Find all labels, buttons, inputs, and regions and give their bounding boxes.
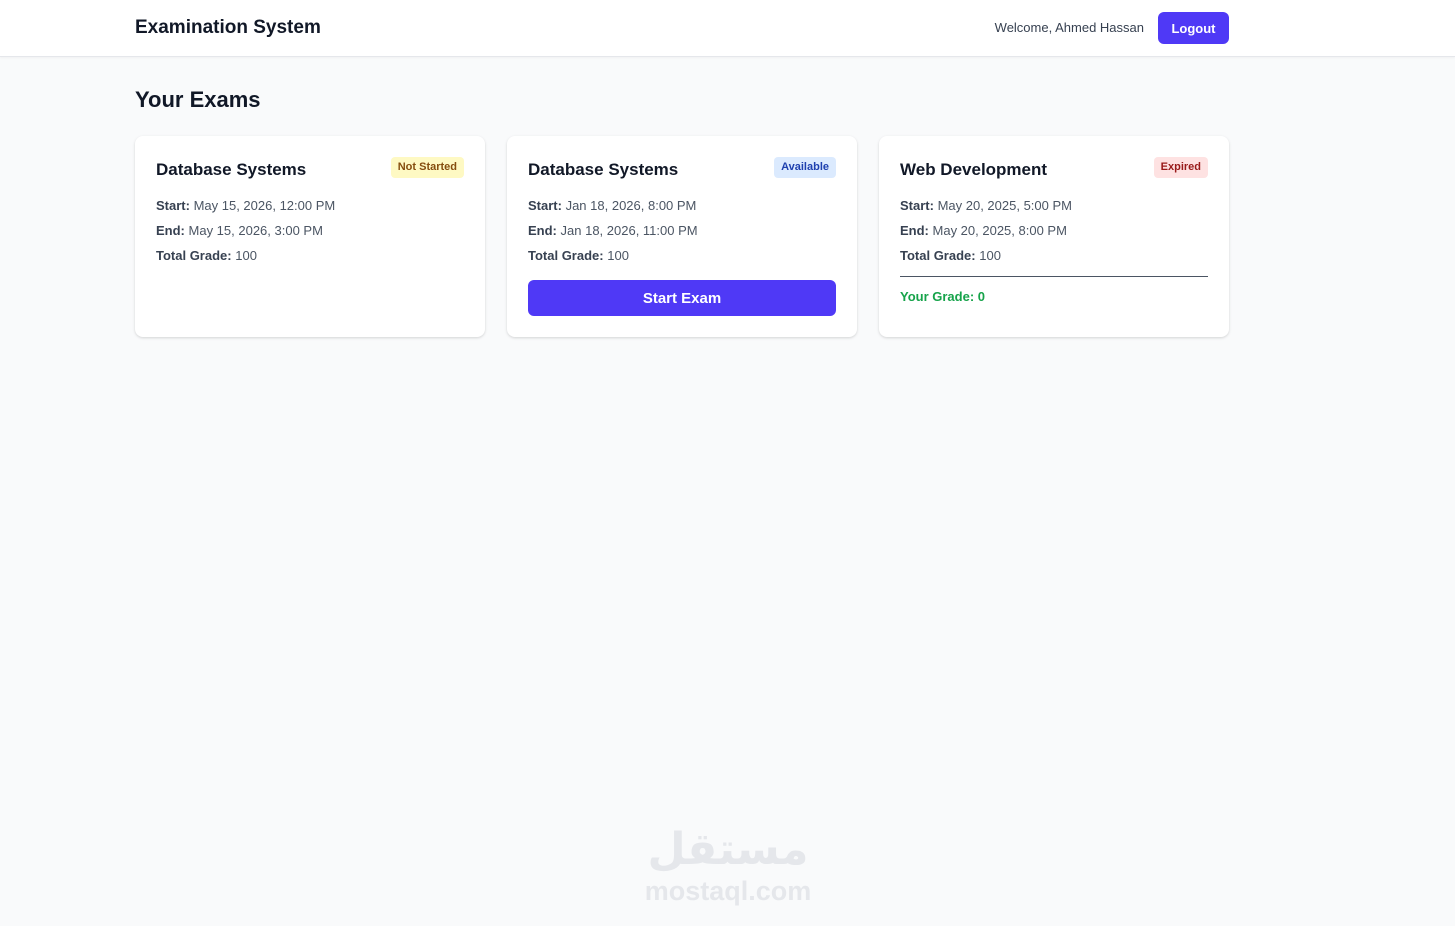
- exam-start-time: Start: May 20, 2025, 5:00 PM: [900, 197, 1072, 215]
- watermark-arabic: مستقل: [647, 824, 809, 875]
- end-label: End:: [156, 223, 185, 238]
- exam-title: Web Development: [900, 160, 1048, 179]
- exam-end-time: End: May 15, 2026, 3:00 PM: [156, 222, 323, 240]
- end-value: May 15, 2026, 3:00 PM: [188, 223, 323, 238]
- exam-end-time: End: May 20, 2025, 8:00 PM: [900, 222, 1067, 240]
- your-grade: Your Grade: 0: [900, 289, 986, 304]
- total-grade-label: Total Grade:: [156, 248, 232, 263]
- page-title: Your Exams: [135, 87, 261, 112]
- exam-total-grade: Total Grade: 100: [528, 247, 629, 265]
- exam-title: Database Systems: [156, 160, 307, 179]
- total-grade-label: Total Grade:: [528, 248, 604, 263]
- total-grade-value: 100: [607, 248, 629, 263]
- exam-start-time: Start: Jan 18, 2026, 8:00 PM: [528, 197, 696, 215]
- exam-total-grade: Total Grade: 100: [900, 247, 1001, 265]
- exam-card-list: Database Systems Not Started Start: May …: [135, 136, 1229, 337]
- start-label: Start:: [900, 198, 934, 213]
- exam-start-time: Start: May 15, 2026, 12:00 PM: [156, 197, 335, 215]
- app-title: Examination System: [135, 17, 321, 38]
- exam-end-time: End: Jan 18, 2026, 11:00 PM: [528, 222, 698, 240]
- start-value: Jan 18, 2026, 8:00 PM: [565, 198, 697, 213]
- start-exam-button[interactable]: Start Exam: [528, 280, 836, 316]
- start-label: Start:: [156, 198, 190, 213]
- start-value: May 15, 2026, 12:00 PM: [193, 198, 336, 213]
- total-grade-label: Total Grade:: [900, 248, 976, 263]
- end-value: May 20, 2025, 8:00 PM: [932, 223, 1067, 238]
- total-grade-value: 100: [979, 248, 1001, 263]
- exam-card: Database Systems Available Start: Jan 18…: [507, 136, 857, 337]
- watermark-latin: mostaql.com: [644, 876, 812, 906]
- watermark-logo: مستقل mostaql.com: [638, 822, 818, 908]
- top-navbar: Examination System Welcome, Ahmed Hassan…: [0, 0, 1455, 57]
- end-label: End:: [900, 223, 929, 238]
- status-badge: Available: [774, 157, 836, 178]
- exam-total-grade: Total Grade: 100: [156, 247, 257, 265]
- exam-card: Web Development Expired Start: May 20, 2…: [879, 136, 1229, 337]
- exam-card: Database Systems Not Started Start: May …: [135, 136, 485, 337]
- start-value: May 20, 2025, 5:00 PM: [937, 198, 1072, 213]
- total-grade-value: 100: [235, 248, 257, 263]
- end-label: End:: [528, 223, 557, 238]
- exam-title: Database Systems: [528, 160, 679, 179]
- welcome-message: Welcome, Ahmed Hassan: [994, 20, 1144, 35]
- status-badge: Not Started: [390, 157, 464, 178]
- logout-button[interactable]: Logout: [1158, 12, 1229, 44]
- end-value: Jan 18, 2026, 11:00 PM: [560, 223, 698, 238]
- card-divider: [900, 276, 1208, 277]
- status-badge: Expired: [1153, 157, 1208, 178]
- start-label: Start:: [528, 198, 562, 213]
